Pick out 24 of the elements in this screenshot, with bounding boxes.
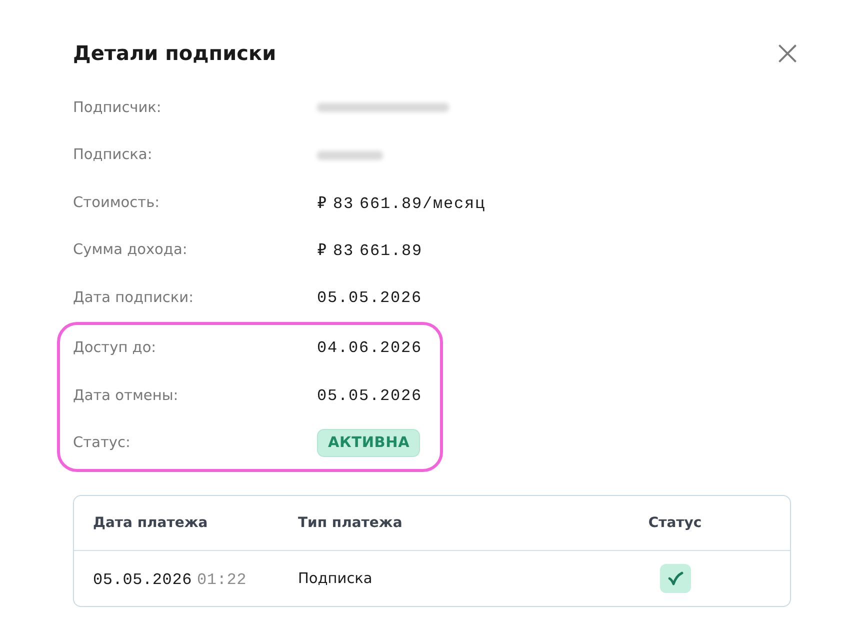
field-value: ₽ 83 661.89/месяц [317, 194, 486, 213]
close-button[interactable] [776, 42, 798, 64]
payment-type: Подписка [298, 570, 374, 586]
field-label: Сумма дохода: [73, 242, 188, 258]
field-value: 05.05.2026 [317, 386, 422, 405]
payment-time: 01:22 [197, 570, 247, 588]
field-label: Дата отмены: [73, 388, 180, 404]
redacted-value [317, 150, 383, 160]
field-label: Доступ до: [73, 340, 158, 356]
close-icon [778, 44, 796, 62]
column-header: Дата платежа [93, 515, 209, 531]
field-label: Подписка: [73, 147, 154, 164]
field-value: 05.05.2026 [317, 288, 422, 307]
field-label: Дата подписки: [73, 290, 194, 306]
field-label: Стоимость: [73, 194, 161, 211]
field-value: 04.06.2026 [317, 339, 422, 358]
field-label: Статус: [73, 435, 132, 452]
field-value: ₽ 83 661.89 [317, 241, 423, 260]
payment-date: 05.05.2026 [93, 570, 192, 588]
status-badge: АКТИВНА [317, 429, 420, 458]
column-header: Статус [647, 515, 703, 531]
column-header: Тип платежа [298, 515, 404, 531]
field-label: Подписчик: [73, 100, 162, 116]
dialog-title: Детали подписки [73, 41, 276, 65]
